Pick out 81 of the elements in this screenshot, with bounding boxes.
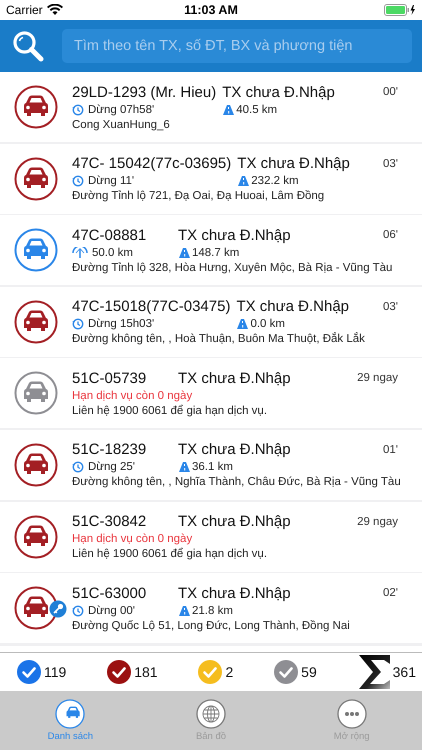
address: Đường Tỉnh lộ 721, Đạ Oai, Đạ Huoai, Lâm Đồng (72, 190, 326, 202)
elapsed-time: 29 ngay (357, 516, 398, 528)
elapsed-time: 06' (383, 229, 398, 242)
plate-number: 51C-05739 (72, 370, 148, 387)
speedometer-icon (72, 246, 88, 259)
status-count: 119 (44, 664, 66, 680)
driver-status: TX chưa Đ.Nhập (178, 370, 292, 387)
elapsed-time: 29 ngay (357, 372, 398, 384)
vehicle-row[interactable]: 47C-15018(77C-03475) TX chưa Đ.Nhập 03' Dừng 15h03' 0.0 km Đường không tên, , Hoà Thuận, Buôn Ma Thuột, Đắk Lắk (0, 286, 422, 357)
driver-status: TX chưa Đ.Nhập (178, 441, 292, 458)
status-count: 2 (225, 664, 234, 680)
contact-note: Liên hệ 1900 6061 để gia hạn dịch vụ. (72, 404, 268, 417)
plate-number: 47C-08881 (72, 226, 148, 244)
clock-icon (72, 318, 84, 330)
clock-icon (72, 461, 84, 474)
distance: 21.8 km (192, 604, 233, 617)
driver-status: TX chưa Đ.Nhập (237, 155, 351, 172)
plate-number: 51C-63000 (72, 584, 148, 602)
driver-status: TX chưa Đ.Nhập (236, 298, 350, 316)
address: Đường không tên, , Hoà Thuận, Buôn Ma Thuột, Đắk Lắk (72, 333, 366, 346)
vehicle-row[interactable]: 47C- 15042(77c-03695) TX chưa Đ.Nhập 03' Dừng 11' 232.2 km Đường Tỉnh lộ 721, Đạ Oai, Đạ Huoai, Lâm Đồng (0, 144, 422, 214)
driver-status: TX chưa Đ.Nhập (178, 584, 292, 602)
search-field[interactable]: Tìm theo tên TX, số ĐT, BX và phương tiện (62, 29, 412, 63)
clock-time: 11:03 AM (183, 3, 239, 17)
distance: 36.1 km (192, 461, 233, 474)
road-icon (178, 246, 191, 259)
distance: 232.2 km (251, 175, 299, 188)
clock-icon (72, 604, 84, 617)
stop-duration: Dừng 15h03' (88, 318, 154, 330)
plate-number: 51C-18239 (72, 441, 148, 458)
distance: 40.5 km (236, 104, 278, 116)
elapsed-time: 03' (383, 300, 398, 313)
elapsed-time: 02' (383, 587, 398, 600)
service-warning: Hạn dịch vụ còn 0 ngày (72, 390, 194, 402)
road-icon (237, 175, 250, 188)
plate-number: 47C- 15042(77c-03695) (72, 155, 232, 172)
sigma-icon (358, 655, 390, 689)
battery-icon (384, 4, 416, 16)
clock-icon (72, 175, 84, 188)
elapsed-time: 01' (383, 444, 398, 456)
service-warning: Hạn dịch vụ còn 0 ngày (72, 533, 194, 546)
car-icon (55, 699, 86, 729)
address: Đường không tên, , Nghĩa Thành, Châu Đức, Bà Rịa - Vũng Tàu (72, 476, 398, 488)
vehicle-row[interactable]: 51C-63000 TX chưa Đ.Nhập 02' Dừng 00' 21.8 km Đường Quốc Lộ 51, Long Đức, Long Thành, Đồng Nai (0, 573, 422, 644)
wifi-icon (46, 4, 63, 16)
globe-icon (196, 699, 226, 729)
elapsed-time: 03' (383, 158, 398, 170)
address: Đường Tỉnh lộ 328, Hòa Hưng, Xuyên Mộc, Bà Rịa - Vũng Tàu (72, 262, 394, 274)
vehicle-row[interactable]: 51C-18239 TX chưa Đ.Nhập 01' Dừng 25' 36.1 km Đường không tên, , Nghĩa Thành, Châu Đức, Bà Rịa - Vũng Tàu (0, 430, 422, 500)
status-count: 181 (134, 664, 158, 680)
plate-number: 47C-15018(77C-03475) (72, 298, 230, 316)
road-icon (222, 104, 236, 116)
stop-duration: Dừng 25' (88, 461, 135, 474)
road-icon (178, 604, 191, 617)
clock-icon (72, 104, 84, 116)
status-count: 59 (301, 664, 317, 680)
vehicle-row[interactable]: 29LD-1293 (Mr. Hieu) TX chưa Đ.Nhập 00' Dừng 07h58' 40.5 km Cong XuanHung_6 (0, 72, 422, 142)
stop-duration: Dừng 11' (88, 175, 134, 188)
road-icon (178, 461, 191, 474)
plate-number: 29LD-1293 (Mr. Hieu) (72, 84, 216, 100)
address: Đường Quốc Lộ 51, Long Đức, Long Thành, Đồng Nai (72, 620, 351, 632)
driver-status: TX chưa Đ.Nhập (222, 84, 336, 100)
driver-status: TX chưa Đ.Nhập (178, 513, 292, 530)
road-icon (236, 318, 250, 330)
distance: 0.0 km (250, 318, 285, 330)
stop-duration: Dừng 00' (88, 604, 135, 617)
plate-number: 51C-30842 (72, 513, 148, 530)
driver-status: TX chưa Đ.Nhập (178, 226, 292, 244)
status-count: 361 (392, 664, 416, 680)
speed: 50.0 km (92, 246, 133, 259)
carrier-name: Carrier (6, 3, 43, 17)
vehicle-row[interactable]: 47C-08881 TX chưa Đ.Nhập 06' 50.0 km 148.7 km Đường Tỉnh lộ 328, Hòa Hưng, Xuyên Mộc, Bà Rịa - Vũng Tàu (0, 215, 422, 286)
more-icon (336, 699, 367, 729)
distance: 148.7 km (192, 246, 240, 259)
elapsed-time: 00' (383, 86, 398, 98)
vehicle-row[interactable]: 51C-30842 TX chưa Đ.Nhập 29 ngay Hạn dịch vụ còn 0 ngày Liên hệ 1900 6061 để gia hạn dịch vụ. (0, 502, 422, 572)
search-icon[interactable] (12, 30, 44, 62)
stop-duration: Dừng 07h58' (88, 104, 154, 116)
vehicle-row[interactable]: 51C-05739 TX chưa Đ.Nhập 29 ngay Hạn dịch vụ còn 0 ngày Liên hệ 1900 6061 để gia hạn dịch vụ. (0, 358, 422, 428)
address: Cong XuanHung_6 (72, 118, 171, 130)
contact-note: Liên hệ 1900 6061 để gia hạn dịch vụ. (72, 548, 268, 560)
